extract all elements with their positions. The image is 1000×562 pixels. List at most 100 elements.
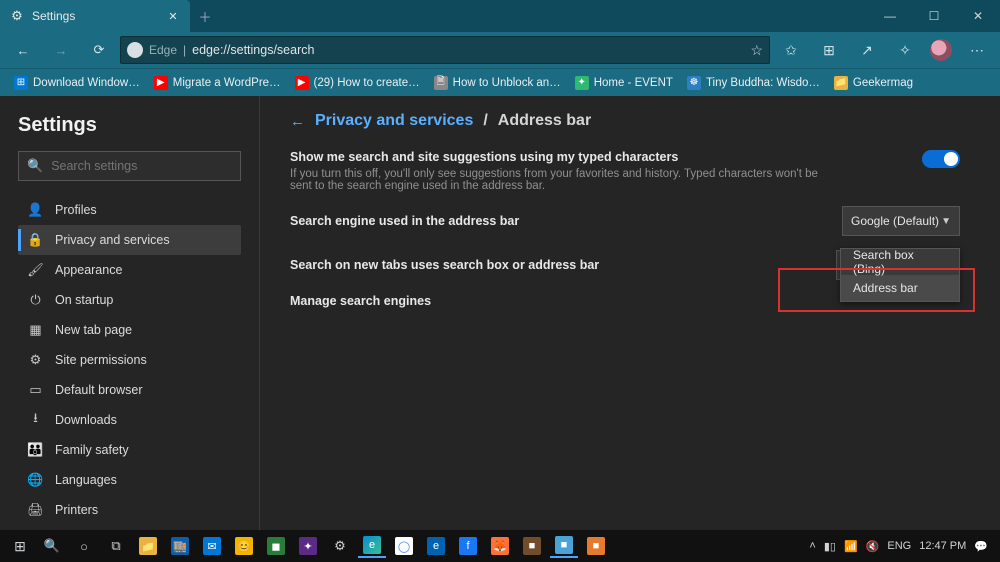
tray-battery-icon[interactable]: ▮▯ xyxy=(824,540,836,553)
settings-search-input[interactable] xyxy=(51,159,232,173)
sidebar-item[interactable]: ▭Default browser xyxy=(18,375,241,405)
new-tab-button[interactable]: ＋ xyxy=(190,0,220,32)
search-engine-dropdown[interactable]: Google (Default) ▼ xyxy=(842,206,960,236)
sidebar-item[interactable]: ⏻On startup xyxy=(18,285,241,315)
sidebar-item-label: Privacy and services xyxy=(55,233,170,247)
bookmark-label: Tiny Buddha: Wisdo… xyxy=(706,77,820,89)
tab-close-icon[interactable]: ✕ xyxy=(166,9,180,23)
sidebar-item-icon: 🖌 xyxy=(28,263,43,278)
system-tray[interactable]: ˄ ▮▯ 📶 🔇 ENG 12:47 PM 💬 xyxy=(809,540,994,553)
sidebar-item-label: Profiles xyxy=(55,203,97,217)
address-bar[interactable]: Edge | edge://settings/search ☆ xyxy=(120,36,770,64)
tray-lang[interactable]: ENG xyxy=(887,540,911,552)
setting-description: If you turn this off, you'll only see su… xyxy=(290,168,830,192)
window-minimize[interactable]: — xyxy=(868,0,912,32)
sidebar-item-label: New tab page xyxy=(55,323,132,337)
taskbar-chrome[interactable]: ◯ xyxy=(390,534,418,558)
browser-tab[interactable]: ⚙ Settings ✕ xyxy=(0,0,190,32)
setting-label: Search engine used in the address bar xyxy=(290,214,822,228)
tray-wifi-icon[interactable]: 📶 xyxy=(844,540,858,553)
sidebar-item-label: Default browser xyxy=(55,383,143,397)
newtab-search-dropdown-popup: Search box (Bing) Address bar xyxy=(840,248,960,302)
dropdown-option[interactable]: Search box (Bing) xyxy=(841,249,959,275)
search-icon: 🔍 xyxy=(27,158,43,174)
bookmark-favicon: ☸ xyxy=(687,76,701,90)
taskbar-app[interactable]: 🏬 xyxy=(166,534,194,558)
taskbar-edge-legacy[interactable]: e xyxy=(422,534,450,558)
sidebar-item-icon: ⭳ xyxy=(28,413,43,428)
settings-content: Settings 🔍 👤Profiles🔒Privacy and service… xyxy=(0,96,1000,530)
taskbar-search[interactable]: 🔍 xyxy=(38,534,66,558)
sidebar-item-icon: ▦ xyxy=(28,323,43,338)
taskbar-app[interactable]: ⚙ xyxy=(326,534,354,558)
taskbar-app[interactable]: ◼ xyxy=(262,534,290,558)
tray-notifications-icon[interactable]: 💬 xyxy=(974,540,988,553)
dropdown-value: Google (Default) xyxy=(851,214,939,228)
tray-clock[interactable]: 12:47 PM xyxy=(919,540,966,552)
favorite-star-icon[interactable]: ☆ xyxy=(750,42,763,59)
taskbar-app[interactable]: ✦ xyxy=(294,534,322,558)
nav-refresh-button[interactable]: ⟳ xyxy=(82,35,116,65)
dropdown-option[interactable]: Address bar xyxy=(841,275,959,301)
sidebar-item[interactable]: 🖨Printers xyxy=(18,495,241,525)
taskbar-app[interactable]: 📁 xyxy=(134,534,162,558)
taskbar-firefox[interactable]: 🦊 xyxy=(486,534,514,558)
bookmark-item[interactable]: 🗎How to Unblock an… xyxy=(428,74,567,92)
sidebar-item-label: Family safety xyxy=(55,443,129,457)
bookmark-label: Migrate a WordPre… xyxy=(173,77,281,89)
sidebar-item-icon: 🌐 xyxy=(28,473,43,488)
favorites-button[interactable]: ✩ xyxy=(774,35,808,65)
taskbar-edge[interactable]: e xyxy=(358,534,386,558)
nav-back-button[interactable]: ← xyxy=(6,35,40,65)
edge-icon xyxy=(127,42,143,58)
browser-toolbar: ← → ⟳ Edge | edge://settings/search ☆ ✩ … xyxy=(0,32,1000,68)
nav-forward-button[interactable]: → xyxy=(44,35,78,65)
window-maximize[interactable]: ☐ xyxy=(912,0,956,32)
start-button[interactable]: ⊞ xyxy=(6,534,34,558)
tray-chevron-icon[interactable]: ˄ xyxy=(809,540,815,552)
sidebar-item-icon: 👪 xyxy=(28,443,43,458)
more-menu-button[interactable]: ⋯ xyxy=(960,35,994,65)
taskbar-facebook[interactable]: f xyxy=(454,534,482,558)
tray-volume-icon[interactable]: 🔇 xyxy=(866,540,880,553)
sidebar-item[interactable]: 🖌Appearance xyxy=(18,255,241,285)
breadcrumb-current: Address bar xyxy=(498,112,591,130)
sidebar-item[interactable]: 🔒 Privacy and services xyxy=(18,225,241,255)
sidebar-item[interactable]: 🌐Languages xyxy=(18,465,241,495)
sidebar-item-icon: 🔒 xyxy=(28,233,43,248)
share-button[interactable]: ↗ xyxy=(850,35,884,65)
taskbar-app[interactable]: ■ xyxy=(582,534,610,558)
bookmark-item[interactable]: ⊞Download Window… xyxy=(8,74,146,92)
bookmark-item[interactable]: ✦Home - EVENT xyxy=(569,74,679,92)
sidebar-item[interactable]: 👪 Family safety xyxy=(18,435,241,465)
setting-label: Show me search and site suggestions usin… xyxy=(290,150,902,164)
window-close[interactable]: ✕ xyxy=(956,0,1000,32)
sidebar-item[interactable]: ▦ New tab page xyxy=(18,315,241,345)
bookmark-item[interactable]: 📁Geekermag xyxy=(828,74,919,92)
profile-avatar[interactable] xyxy=(926,39,956,61)
bookmark-item[interactable]: ☸ Tiny Buddha: Wisdo… xyxy=(681,74,826,92)
extensions-button[interactable]: ✧ xyxy=(888,35,922,65)
sidebar-item[interactable]: ⚙Site permissions xyxy=(18,345,241,375)
setting-search-engine: Search engine used in the address bar Go… xyxy=(290,206,960,236)
settings-search[interactable]: 🔍 xyxy=(18,151,241,181)
sidebar-item-label: On startup xyxy=(55,293,113,307)
bookmark-item[interactable]: ▶(29) How to create… xyxy=(289,74,426,92)
setting-label: Search on new tabs uses search box or ad… xyxy=(290,258,816,272)
sidebar-item[interactable]: 👤Profiles xyxy=(18,195,241,225)
show-suggestions-toggle[interactable] xyxy=(922,150,960,168)
breadcrumb-link[interactable]: Privacy and services xyxy=(315,112,473,130)
settings-main-panel: ← Privacy and services / Address bar Sho… xyxy=(260,96,1000,530)
breadcrumb-sep: / xyxy=(483,112,487,130)
task-view-button[interactable]: ⧉ xyxy=(102,534,130,558)
breadcrumb-back-icon[interactable]: ← xyxy=(290,113,305,130)
taskbar-app[interactable]: ✉ xyxy=(198,534,226,558)
taskbar-app[interactable]: ■ xyxy=(550,534,578,558)
taskbar-app[interactable]: 😊 xyxy=(230,534,258,558)
sidebar-item[interactable]: ⭳Downloads xyxy=(18,405,241,435)
cortana-button[interactable]: ○ xyxy=(70,534,98,558)
taskbar-app[interactable]: ■ xyxy=(518,534,546,558)
bookmark-item[interactable]: ▶Migrate a WordPre… xyxy=(148,74,287,92)
collections-button[interactable]: ⊞ xyxy=(812,35,846,65)
bookmark-favicon: ⊞ xyxy=(14,76,28,90)
